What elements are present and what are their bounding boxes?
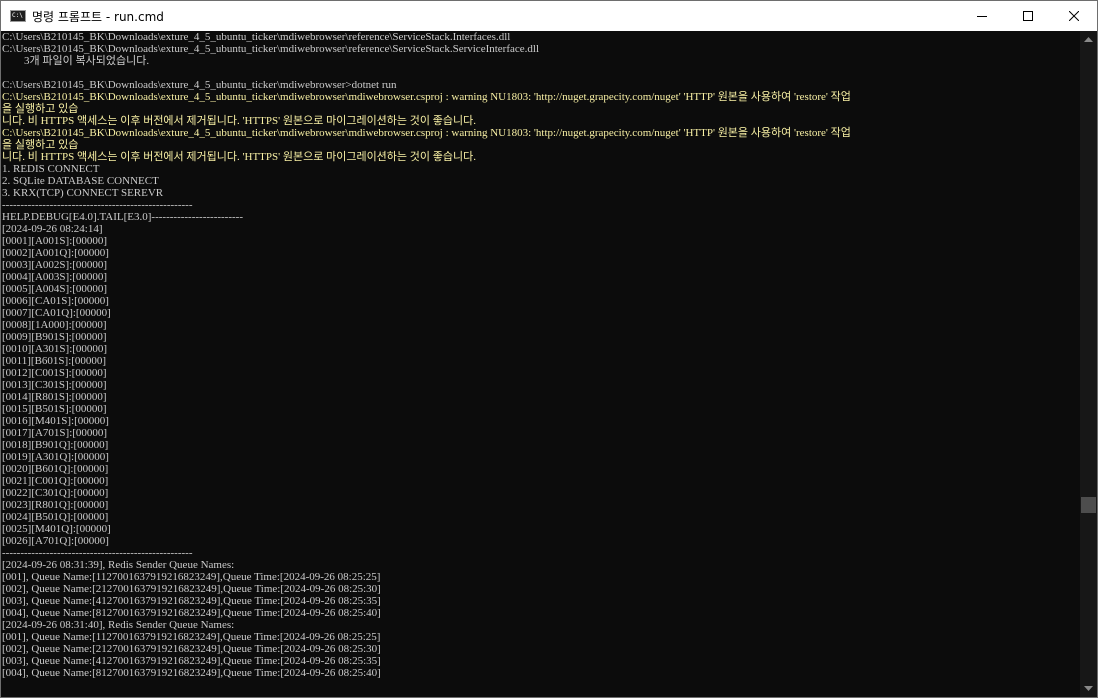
console-line: [001], Queue Name:[112700163791921682324…	[2, 631, 381, 643]
console-line: [0002][A001Q]:[00000]	[2, 247, 109, 259]
console-line: 3개 파일이 복사되었습니다.	[2, 55, 150, 67]
console-line: [2024-09-26 08:31:39], Redis Sender Queu…	[2, 559, 235, 571]
console-line: [0024][B501Q]:[00000]	[2, 511, 109, 523]
console-line: [0005][A004S]:[00000]	[2, 283, 108, 295]
title-bar[interactable]: C:\ 명령 프롬프트 - run.cmd	[1, 1, 1097, 31]
close-button[interactable]	[1051, 1, 1097, 31]
console-line: [0018][B901Q]:[00000]	[2, 439, 109, 451]
console-window: C:\ 명령 프롬프트 - run.cmd C:\Users\B210145_B…	[0, 0, 1098, 698]
console-line: [0022][C301Q]:[00000]	[2, 487, 109, 499]
cmd-icon: C:\	[10, 10, 26, 22]
console-line: [0009][B901S]:[00000]	[2, 331, 107, 343]
console-line: [2024-09-26 08:24:14]	[2, 223, 103, 235]
console-line: [001], Queue Name:[112700163791921682324…	[2, 571, 381, 583]
console-line: 3. KRX(TCP) CONNECT SEREVR	[2, 187, 164, 199]
console-line: 1. REDIS CONNECT	[2, 163, 100, 175]
console-line: C:\Users\B210145_BK\Downloads\exture_4_5…	[2, 43, 540, 55]
console-output[interactable]: C:\Users\B210145_BK\Downloads\exture_4_5…	[2, 31, 1080, 697]
console-line: [0007][CA01Q]:[00000]	[2, 307, 111, 319]
console-line: [0025][M401Q]:[00000]	[2, 523, 111, 535]
console-line: [0001][A001S]:[00000]	[2, 235, 108, 247]
console-warning-line: 을 실행하고 있습	[2, 103, 79, 115]
window-title: 명령 프롬프트 - run.cmd	[32, 9, 164, 24]
console-line: [004], Queue Name:[812700163791921682324…	[2, 607, 381, 619]
chevron-up-icon	[1084, 37, 1093, 42]
console-line: [0010][A301S]:[00000]	[2, 343, 108, 355]
vertical-scrollbar[interactable]	[1080, 31, 1097, 697]
console-line: [0017][A701S]:[00000]	[2, 427, 108, 439]
scroll-down-button[interactable]	[1080, 680, 1097, 697]
console-line: HELP.DEBUG[E4.0].TAIL[E3.0]-------------…	[2, 211, 244, 223]
scrollbar-thumb[interactable]	[1081, 497, 1096, 513]
console-line: [0006][CA01S]:[00000]	[2, 295, 109, 307]
console-line: [0026][A701Q]:[00000]	[2, 535, 109, 547]
window-controls	[959, 1, 1097, 31]
console-line: ----------------------------------------…	[2, 547, 193, 559]
console-line: [0021][C001Q]:[00000]	[2, 475, 109, 487]
console-line: [0003][A002S]:[00000]	[2, 259, 108, 271]
console-line: [2024-09-26 08:31:40], Redis Sender Queu…	[2, 619, 235, 631]
console-line: 2. SQLite DATABASE CONNECT	[2, 175, 159, 187]
console-line: [0023][R801Q]:[00000]	[2, 499, 109, 511]
console-line: C:\Users\B210145_BK\Downloads\exture_4_5…	[2, 79, 397, 91]
minimize-button[interactable]	[959, 1, 1005, 31]
console-line: [0012][C001S]:[00000]	[2, 367, 107, 379]
console-line: [0020][B601Q]:[00000]	[2, 463, 109, 475]
console-line: [0011][B601S]:[00000]	[2, 355, 107, 367]
console-warning-line: 니다. 비 HTTPS 액세스는 이후 버전에서 제거됩니다. 'HTTPS' …	[2, 151, 477, 163]
scroll-up-button[interactable]	[1080, 31, 1097, 48]
console-line: [0015][B501S]:[00000]	[2, 403, 107, 415]
chevron-down-icon	[1084, 686, 1093, 691]
console-line: [003], Queue Name:[412700163791921682324…	[2, 595, 381, 607]
console-line: [0004][A003S]:[00000]	[2, 271, 108, 283]
console-line: ----------------------------------------…	[2, 199, 193, 211]
console-line: [003], Queue Name:[412700163791921682324…	[2, 655, 381, 667]
console-warning-line: C:\Users\B210145_BK\Downloads\exture_4_5…	[2, 127, 851, 139]
minimize-icon	[977, 16, 987, 17]
console-line: [0008][1A000]:[00000]	[2, 319, 107, 331]
console-line: [0019][A301Q]:[00000]	[2, 451, 109, 463]
console-warning-line: C:\Users\B210145_BK\Downloads\exture_4_5…	[2, 91, 851, 103]
console-line: [0016][M401S]:[00000]	[2, 415, 109, 427]
maximize-icon	[1023, 11, 1033, 21]
maximize-button[interactable]	[1005, 1, 1051, 31]
console-line: [004], Queue Name:[812700163791921682324…	[2, 667, 381, 679]
console-line: [0014][R801S]:[00000]	[2, 391, 107, 403]
console-line: [0013][C301S]:[00000]	[2, 379, 107, 391]
console-line: [002], Queue Name:[212700163791921682324…	[2, 643, 381, 655]
console-warning-line: 니다. 비 HTTPS 액세스는 이후 버전에서 제거됩니다. 'HTTPS' …	[2, 115, 477, 127]
console-line: C:\Users\B210145_BK\Downloads\exture_4_5…	[2, 31, 511, 43]
console-line: [002], Queue Name:[212700163791921682324…	[2, 583, 381, 595]
console-warning-line: 을 실행하고 있습	[2, 139, 79, 151]
close-icon	[1069, 11, 1079, 21]
